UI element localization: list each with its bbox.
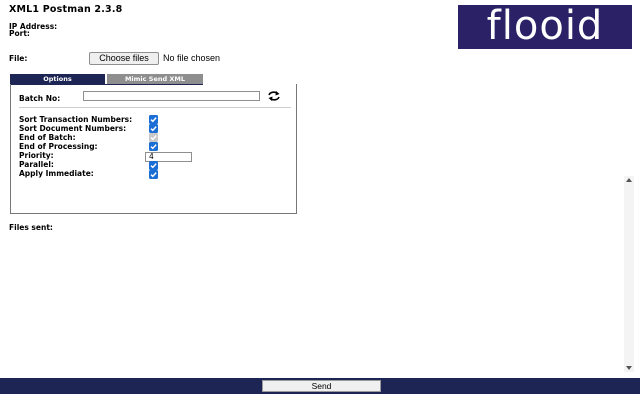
checkmark-icon bbox=[150, 117, 157, 123]
checkmark-icon bbox=[150, 172, 157, 178]
parallel-label: Parallel: bbox=[19, 160, 54, 169]
flooid-logo: flooid bbox=[458, 5, 632, 49]
app-title: XML1 Postman 2.3.8 bbox=[9, 4, 123, 15]
checkmark-icon bbox=[150, 163, 157, 169]
options-panel: Batch No: Sort Transaction Numbers: Sort… bbox=[10, 84, 297, 214]
end-of-batch-label: End of Batch: bbox=[19, 133, 76, 142]
choose-files-button[interactable]: Choose files bbox=[89, 52, 159, 65]
panel-divider bbox=[19, 107, 291, 108]
apply-immediate-label: Apply Immediate: bbox=[19, 169, 94, 178]
scrollbar[interactable] bbox=[624, 176, 634, 372]
tab-mimic-send-xml[interactable]: Mimic Send XML bbox=[107, 74, 203, 84]
checkmark-icon bbox=[150, 135, 157, 141]
batch-no-label: Batch No: bbox=[19, 94, 61, 103]
footer-bar: Send bbox=[0, 378, 640, 394]
refresh-arrows-icon[interactable] bbox=[267, 90, 281, 102]
files-sent-label: Files sent: bbox=[9, 223, 53, 232]
end-of-processing-checkbox[interactable] bbox=[149, 142, 158, 151]
end-of-processing-label: End of Processing: bbox=[19, 142, 98, 151]
tab-options[interactable]: Options bbox=[10, 74, 105, 84]
file-label: File: bbox=[9, 54, 28, 63]
sort-document-numbers-checkbox[interactable] bbox=[149, 124, 158, 133]
sort-transaction-numbers-label: Sort Transaction Numbers: bbox=[19, 115, 133, 124]
priority-label: Priority: bbox=[19, 151, 54, 160]
end-of-batch-checkbox bbox=[149, 133, 158, 142]
checkmark-icon bbox=[150, 144, 157, 150]
parallel-checkbox[interactable] bbox=[149, 161, 158, 170]
sort-document-numbers-label: Sort Document Numbers: bbox=[19, 124, 127, 133]
port-label: Port: bbox=[9, 29, 30, 38]
file-status-text: No file chosen bbox=[163, 53, 221, 63]
scroll-down-arrow-icon[interactable] bbox=[626, 366, 632, 370]
sort-transaction-numbers-checkbox[interactable] bbox=[149, 115, 158, 124]
send-button[interactable]: Send bbox=[262, 380, 381, 392]
apply-immediate-checkbox[interactable] bbox=[149, 170, 158, 179]
batch-no-input[interactable] bbox=[83, 91, 260, 101]
checkmark-icon bbox=[150, 126, 157, 132]
scroll-up-arrow-icon[interactable] bbox=[626, 178, 632, 182]
